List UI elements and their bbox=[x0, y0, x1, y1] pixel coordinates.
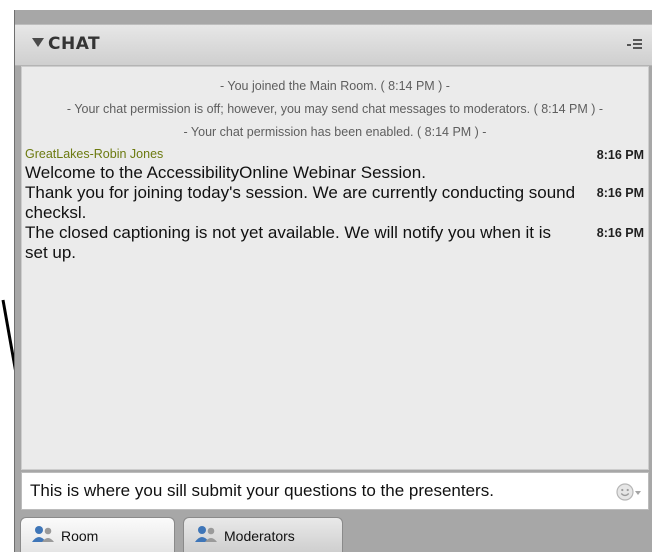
tab-label: Room bbox=[61, 528, 99, 544]
chat-header[interactable]: CHAT bbox=[15, 24, 652, 66]
chat-input[interactable]: This is where you sill submit your quest… bbox=[21, 472, 649, 510]
chat-title: CHAT bbox=[48, 34, 101, 54]
message-text: Thank you for joining today's session. W… bbox=[25, 183, 576, 222]
chat-message: Thank you for joining today's session. W… bbox=[22, 183, 648, 223]
users-icon bbox=[32, 526, 54, 542]
chat-message: Welcome to the AccessibilityOnline Webin… bbox=[22, 163, 648, 183]
system-message: - Your chat permission is off; however, … bbox=[66, 102, 604, 116]
chat-message: The closed captioning is not yet availab… bbox=[22, 223, 648, 263]
message-sender: GreatLakes-Robin Jones 8:16 PM bbox=[22, 145, 648, 163]
message-time: 8:16 PM bbox=[596, 226, 644, 240]
message-time: 8:16 PM bbox=[596, 186, 644, 200]
chat-input-text: This is where you sill submit your quest… bbox=[30, 481, 494, 500]
emoticon-picker-icon[interactable] bbox=[616, 482, 642, 502]
tab-room[interactable]: Room bbox=[20, 517, 175, 552]
options-menu-icon[interactable] bbox=[626, 35, 644, 53]
system-message: - You joined the Main Room. ( 8:14 PM ) … bbox=[220, 79, 450, 93]
message-text: The closed captioning is not yet availab… bbox=[25, 223, 552, 262]
users-icon bbox=[195, 526, 217, 542]
chat-log[interactable]: - You joined the Main Room. ( 8:14 PM ) … bbox=[21, 66, 649, 470]
tab-label: Moderators bbox=[224, 528, 295, 544]
message-time: 8:16 PM bbox=[596, 148, 644, 162]
chat-tabs: Room Moderators bbox=[15, 514, 652, 552]
system-message: - Your chat permission has been enabled.… bbox=[183, 125, 487, 139]
tab-moderators[interactable]: Moderators bbox=[183, 517, 343, 552]
sender-name: GreatLakes-Robin Jones bbox=[25, 147, 164, 161]
message-text: Welcome to the AccessibilityOnline Webin… bbox=[25, 163, 426, 182]
collapse-caret-icon[interactable] bbox=[32, 38, 44, 47]
chat-panel: CHAT - You joined the Main Room. ( 8:14 … bbox=[14, 10, 652, 552]
